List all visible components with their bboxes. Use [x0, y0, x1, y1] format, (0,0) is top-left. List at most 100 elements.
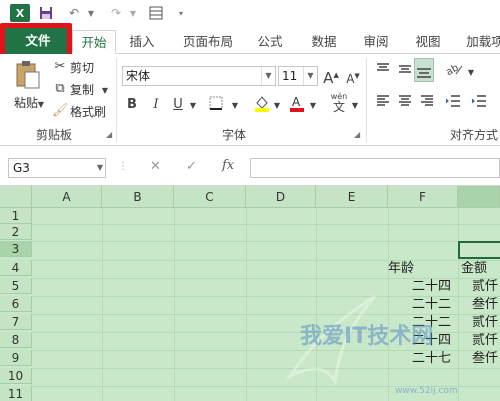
row-header-7[interactable]: 7	[0, 314, 32, 330]
increase-indent-icon[interactable]	[470, 94, 488, 114]
chevron-down-icon[interactable]: ▼	[261, 67, 275, 85]
select-all-corner[interactable]	[0, 186, 32, 208]
orientation-dropdown-icon[interactable]: ▼	[466, 64, 476, 82]
tab-file[interactable]: 文件	[5, 28, 71, 54]
align-bottom-icon	[417, 68, 431, 78]
font-size-select[interactable]: 11 ▼	[278, 66, 318, 86]
row-header-4[interactable]: 4	[0, 260, 32, 276]
cut-button[interactable]: 剪切	[70, 59, 94, 76]
cell-g4[interactable]: 金额	[461, 261, 487, 277]
customize-qat-icon[interactable]: ▾	[176, 4, 186, 22]
worksheet-grid[interactable]: A B C D E F 1 2 3 4 5 6 7 8 9 10 11 年龄 金…	[0, 186, 500, 401]
title-bar: X ↶ ▼ ↷ ▼ ▾	[0, 0, 500, 26]
cell-g6[interactable]: 叁仟	[472, 297, 498, 313]
format-painter-icon[interactable]: 🖌	[52, 102, 69, 120]
column-header-f[interactable]: F	[388, 186, 458, 208]
undo-dropdown-icon[interactable]: ▼	[86, 4, 96, 22]
row-header-2[interactable]: 2	[0, 224, 32, 240]
tab-home[interactable]: 开始	[72, 30, 116, 54]
cut-icon[interactable]: ✂	[52, 58, 68, 76]
enter-icon[interactable]: ✓	[186, 159, 197, 174]
clipboard-launcher-icon[interactable]: ◢	[106, 130, 112, 139]
tab-formulas[interactable]: 公式	[252, 30, 288, 54]
cell-g9[interactable]: 叁仟	[472, 351, 498, 367]
cell-f6[interactable]: 二十二	[412, 297, 451, 313]
align-top-icon[interactable]	[374, 62, 392, 82]
align-left-icon[interactable]	[374, 94, 392, 114]
row-header-3[interactable]: 3	[0, 241, 32, 257]
paste-button[interactable]: 粘贴	[14, 94, 38, 111]
column-header-g[interactable]	[458, 186, 500, 208]
cell-g8[interactable]: 贰仟	[472, 333, 498, 349]
borders-dropdown-icon[interactable]: ▼	[230, 97, 240, 115]
orientation-icon[interactable]: ab	[444, 62, 466, 82]
decrease-indent-icon[interactable]	[444, 94, 462, 114]
shrink-font-button[interactable]: A▼	[344, 67, 362, 88]
row-header-8[interactable]: 8	[0, 332, 32, 348]
tab-insert[interactable]: 插入	[122, 30, 162, 54]
borders-icon[interactable]	[206, 96, 226, 116]
cell-f4[interactable]: 年龄	[388, 261, 414, 277]
chevron-down-icon[interactable]: ▼	[303, 67, 317, 85]
font-color-dropdown-icon[interactable]: ▼	[308, 97, 318, 115]
cell-f5[interactable]: 二十四	[412, 279, 451, 295]
column-header-c[interactable]: C	[174, 186, 246, 208]
copy-button[interactable]: 复制	[70, 81, 94, 98]
cancel-icon[interactable]: ✕	[150, 159, 161, 174]
column-header-b[interactable]: B	[102, 186, 174, 208]
copy-icon[interactable]: ⧉	[52, 80, 68, 98]
paste-dropdown-icon[interactable]: ▼	[36, 96, 46, 114]
cell-g7[interactable]: 贰仟	[472, 315, 498, 331]
copy-dropdown-icon[interactable]: ▼	[100, 82, 110, 100]
insert-function-button[interactable]: fx	[222, 158, 234, 173]
align-right-icon[interactable]	[418, 94, 436, 114]
column-header-d[interactable]: D	[246, 186, 316, 208]
bold-button[interactable]: B	[124, 96, 140, 114]
redo-dropdown-icon[interactable]: ▼	[128, 4, 138, 22]
chevron-down-icon[interactable]: ▼	[97, 159, 103, 177]
align-center-icon[interactable]	[396, 94, 414, 114]
column-header-e[interactable]: E	[316, 186, 388, 208]
fill-color-dropdown-icon[interactable]: ▼	[272, 97, 282, 115]
phonetic-guide-button[interactable]: wén 文	[328, 92, 350, 114]
phonetic-dropdown-icon[interactable]: ▼	[350, 97, 360, 115]
underline-button[interactable]: U	[170, 96, 186, 114]
row-header-6[interactable]: 6	[0, 296, 32, 312]
save-icon[interactable]	[38, 4, 54, 22]
paste-icon[interactable]	[14, 60, 42, 89]
cell-g5[interactable]: 贰仟	[472, 279, 498, 295]
tab-data[interactable]: 数据	[306, 30, 342, 54]
redo-icon[interactable]: ↷	[108, 4, 124, 22]
row-header-9[interactable]: 9	[0, 350, 32, 366]
group-divider	[366, 58, 367, 142]
italic-button[interactable]: I	[148, 96, 164, 114]
row-header-5[interactable]: 5	[0, 278, 32, 294]
row-header-11[interactable]: 11	[0, 386, 32, 401]
tab-page-layout[interactable]: 页面布局	[176, 30, 240, 54]
grow-font-button[interactable]: A▲	[322, 66, 340, 87]
format-painter-button[interactable]: 格式刷	[70, 103, 106, 120]
tab-view[interactable]: 视图	[410, 30, 446, 54]
font-launcher-icon[interactable]: ◢	[354, 130, 360, 139]
font-color-icon[interactable]: A	[288, 94, 306, 118]
column-header-a[interactable]: A	[32, 186, 102, 208]
formula-input[interactable]	[250, 158, 500, 178]
form-icon[interactable]	[148, 4, 164, 22]
watermark-text: 我爱IT技术网	[300, 324, 434, 349]
grid-line	[102, 208, 103, 401]
selected-cell-g3[interactable]	[458, 241, 500, 259]
fill-color-icon[interactable]	[252, 94, 272, 118]
row-header-1[interactable]: 1	[0, 208, 32, 224]
tab-review[interactable]: 审阅	[358, 30, 394, 54]
underline-dropdown-icon[interactable]: ▼	[188, 97, 198, 115]
undo-icon[interactable]: ↶	[66, 4, 82, 22]
name-box[interactable]: G3 ▼	[8, 158, 106, 178]
formula-bar-grip-icon[interactable]: ⋮	[118, 161, 129, 172]
font-name-select[interactable]: 宋体 ▼	[122, 66, 276, 86]
tab-add-ins[interactable]: 加载项	[462, 30, 500, 54]
group-divider	[116, 58, 117, 142]
cell-f9[interactable]: 二十七	[412, 351, 451, 367]
row-header-10[interactable]: 10	[0, 368, 32, 384]
align-bottom-button[interactable]	[414, 58, 434, 82]
align-middle-icon[interactable]	[396, 62, 414, 82]
